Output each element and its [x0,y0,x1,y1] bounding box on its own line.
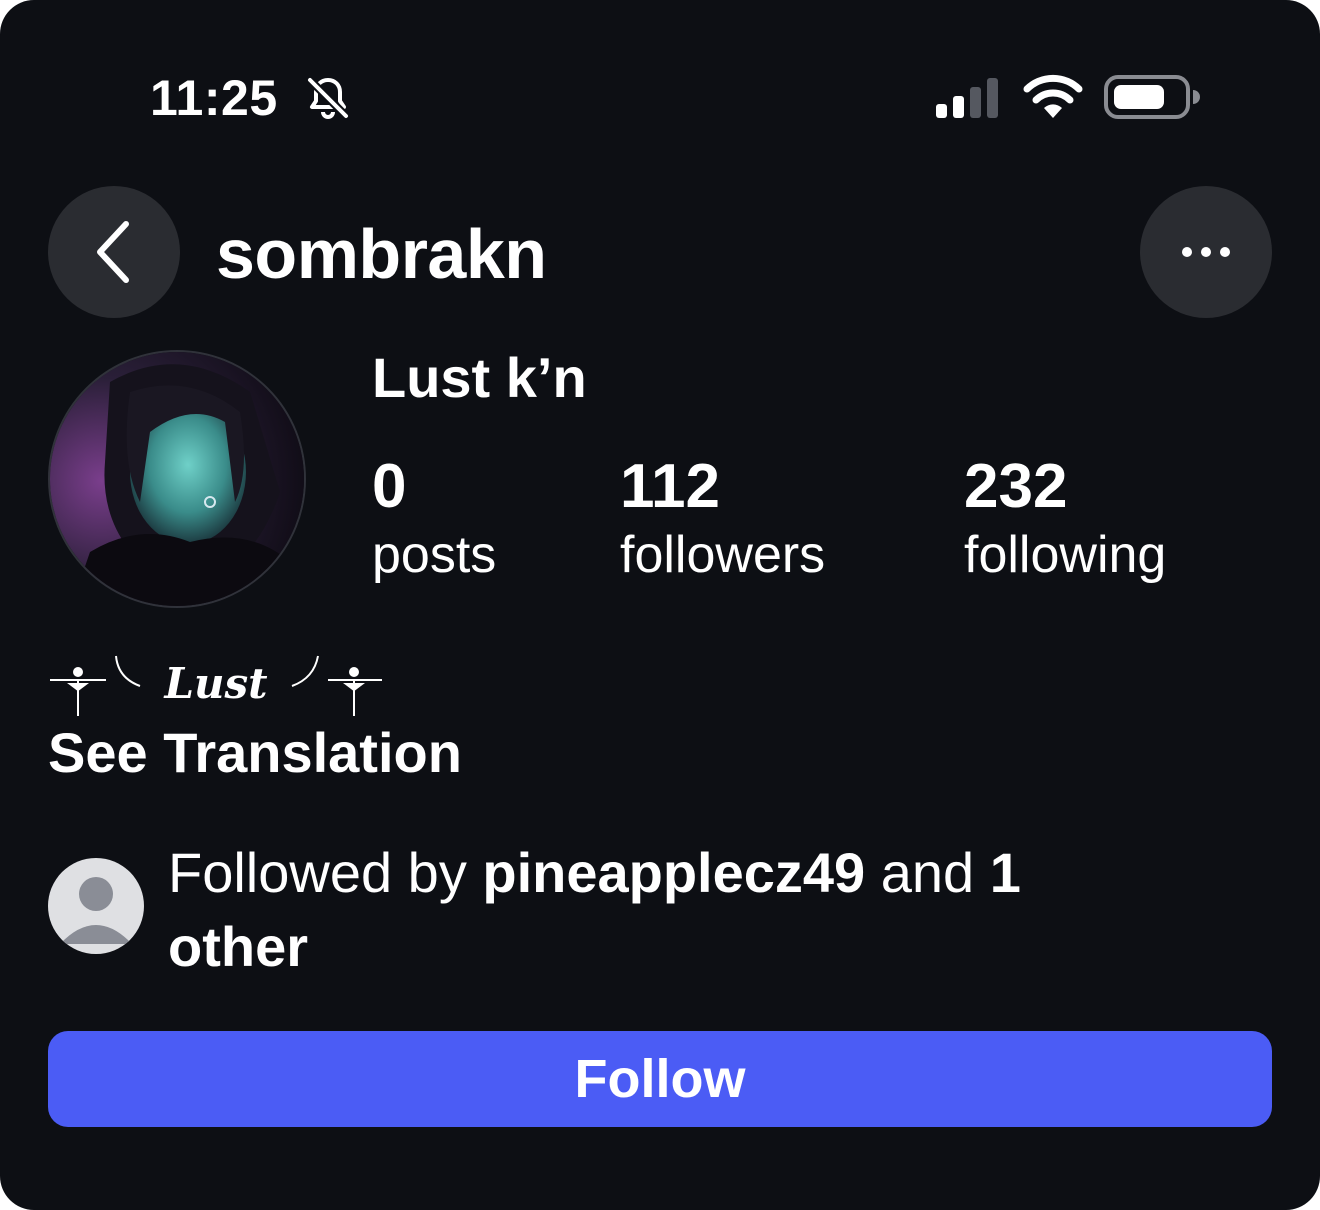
mutual-username[interactable]: pineapplecz49 [482,841,865,904]
profile-avatar[interactable] [48,350,306,608]
bio-text: Lust [50,655,382,716]
others-count: 1 [989,841,1021,904]
profile-screen: 11:25 sombrakn Lust k’n 0 posts 112 foll… [0,0,1320,1210]
posts-count: 0 [372,452,407,521]
wifi-icon [1023,74,1083,118]
following-label: following [964,526,1167,584]
more-options-button[interactable] [1140,186,1272,318]
following-stat[interactable]: 232 following [964,452,1166,588]
battery-icon [1104,75,1200,119]
status-time: 11:25 [150,70,278,126]
posts-label: posts [372,526,497,584]
profile-username: sombrakn [216,215,547,293]
follow-button[interactable]: Follow [48,1031,1272,1127]
following-count: 232 [964,452,1068,521]
bell-slash-icon [307,77,349,119]
profile-photo [50,352,304,606]
default-avatar-icon [60,877,132,944]
see-translation-link[interactable]: See Translation [48,722,462,784]
back-button[interactable] [48,186,180,318]
ellipsis-icon [1182,247,1230,257]
bio-lust-text: Lust [163,659,267,708]
followed-by-prefix: Followed by [168,841,483,904]
mutual-follower-avatar[interactable] [48,858,144,954]
followers-count: 112 [620,452,721,521]
posts-stat[interactable]: 0 posts [372,452,496,588]
cellular-signal-icon [936,78,998,118]
followers-stat[interactable]: 112 followers [620,452,825,588]
followed-by-and: and [865,841,990,904]
display-name: Lust k’n [372,346,587,409]
chevron-left-icon [97,221,129,283]
followers-label: followers [620,526,826,584]
followed-by-text[interactable]: Followed by pineapplecz49 and 1 other [168,836,1168,984]
others-label: other [168,915,308,978]
